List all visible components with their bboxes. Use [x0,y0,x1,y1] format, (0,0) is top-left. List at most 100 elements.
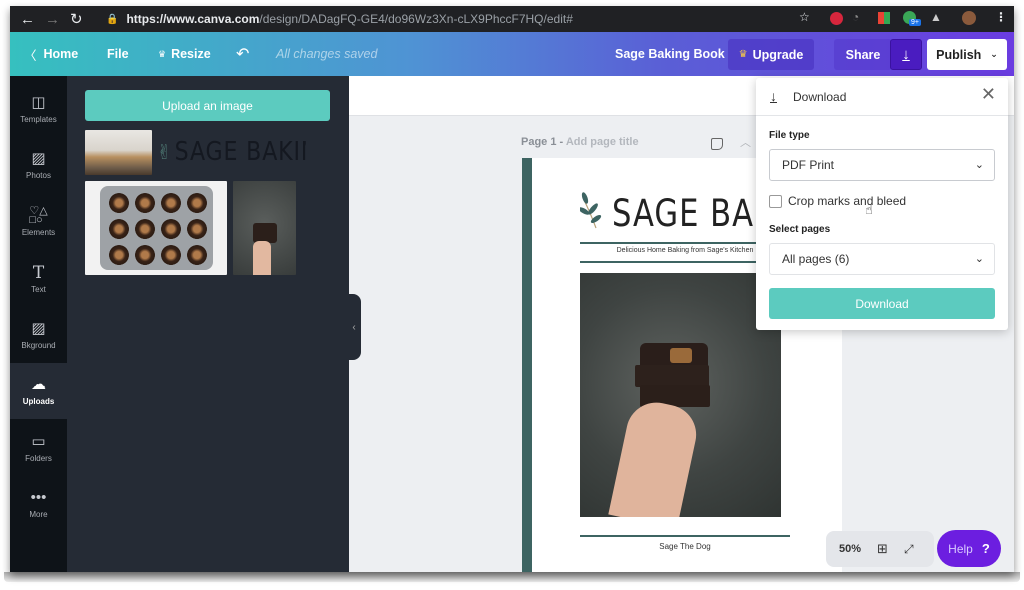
browser-menu-icon[interactable]: ⋮ [995,10,1007,24]
muffin-cup [161,193,181,213]
pinterest-extension-icon[interactable] [830,12,843,25]
popover-header: ↓ Download ✕ [756,78,1008,116]
uploads-panel: Upload an image ✌ Sage Baking ✌ [67,76,349,572]
popover-title: Download [793,89,847,104]
profile-avatar[interactable] [962,11,976,25]
sidebar-item-text[interactable]: T Text [10,251,67,307]
publish-button[interactable]: Publish ⌄ [927,39,1007,70]
muffin-cup [187,193,207,213]
file-menu-button[interactable]: File [107,32,129,76]
home-button[interactable]: 〈 Home [24,32,78,76]
chevron-left-icon: ‹ [352,321,356,333]
address-bar[interactable]: 🔒 https://www.canva.com/design/DADagFQ-G… [102,9,822,29]
crown-icon: ♛ [158,48,167,59]
upgrade-label: Upgrade [752,47,804,62]
sidebar-item-label: Photos [26,171,51,180]
close-icon[interactable]: ✕ [981,84,996,105]
sidebar-item-label: More [29,510,48,519]
zoom-level[interactable]: 50% [839,543,861,555]
save-status: All changes saved [276,47,378,61]
lock-icon: 🔒 [106,13,119,25]
crop-marks-option[interactable]: Crop marks and bleed [769,194,906,208]
crown-icon: ♛ [738,49,748,60]
select-pages-label: Select pages [769,224,831,235]
pages-value: All pages (6) [782,252,850,266]
file-type-select[interactable]: PDF Print ⌄ [769,149,995,181]
uploaded-image-muffin-tin[interactable] [85,181,227,275]
crop-marks-label: Crop marks and bleed [788,194,907,208]
file-type-label: File type [769,130,810,141]
sidebar-item-elements[interactable]: ♡△ □○ Elements [10,194,67,250]
help-label: Help [948,541,973,556]
sidebar-item-folders[interactable]: ▭ Folders [10,420,67,476]
divider [580,535,790,537]
forward-icon[interactable]: → [45,11,60,28]
uploaded-image-pie[interactable] [85,130,152,175]
uploaded-image-logo[interactable]: ✌ Sage Baking ✌ [157,128,306,176]
browser-toolbar: ← → ↻ 🔒 https://www.canva.com/design/DAD… [10,6,1014,32]
download-button[interactable]: ↓ [890,39,922,70]
muffin-cup [109,219,129,239]
notes-icon[interactable] [711,138,723,150]
sidebar-nav: ◫ Templates ▨ Photos ♡△ □○ Elements T Tex… [10,76,67,572]
chevron-down-icon: ⌄ [974,159,984,171]
resize-button[interactable]: ♛ Resize [158,32,211,76]
sidebar-item-templates[interactable]: ◫ Templates [10,81,67,137]
notification-badge: 9+ [909,19,921,26]
google-extension-icon[interactable] [878,12,890,24]
document-title[interactable]: Sage Baking Book [615,32,725,76]
undo-icon[interactable]: ↶ [236,32,249,76]
elements-icon: ♡△ □○ [29,205,48,226]
chevron-up-icon[interactable]: ︿ [740,134,751,150]
window-shadow [4,572,1020,582]
sidebar-item-more[interactable]: ••• More [10,476,67,532]
muffin-cup [161,219,181,239]
hand-cursor-icon: ☝ [865,202,873,217]
sage-leaf-icon: ✌ [157,140,172,164]
chevron-down-icon: ⌄ [990,49,998,59]
muffin-cup [109,245,129,265]
upgrade-button[interactable]: ♛ Upgrade [728,39,814,70]
help-icon: ? [981,541,990,556]
sidebar-item-photos[interactable]: ▨ Photos [10,137,67,193]
reload-icon[interactable]: ↻ [70,10,83,28]
grid-view-icon[interactable]: ⊞ [877,541,888,557]
help-button[interactable]: Help ? [937,530,1001,567]
muffin-cup [135,245,155,265]
sidebar-item-label: Templates [20,115,57,124]
design-photo[interactable] [580,273,781,517]
download-popover: ↓ Download ✕ File type PDF Print ⌄ Crop … [756,78,1008,330]
logo-text: Sage Baking [174,137,306,167]
add-page-title-input[interactable]: Add page title [566,136,639,148]
pages-select[interactable]: All pages (6) ⌄ [769,243,995,275]
design-caption[interactable]: Sage The Dog [580,542,790,551]
download-confirm-button[interactable]: Download [769,288,995,319]
collapse-panel-handle[interactable]: ‹ [347,294,361,360]
text-icon: T [32,263,45,283]
sage-leaf-icon [580,192,602,229]
sidebar-item-background[interactable]: ▨ Bkground [10,307,67,363]
page-accent-stripe [522,158,532,572]
share-button[interactable]: Share [834,39,892,70]
background-icon: ▨ [31,320,46,337]
browser-window: ← → ↻ 🔒 https://www.canva.com/design/DAD… [10,6,1014,572]
drive-extension-icon[interactable]: ▲ [930,10,942,24]
templates-icon: ◫ [31,94,46,111]
extension-icon[interactable]: ◔ [852,10,859,24]
url-path: /design/DADagFQ-GE4/do96Wz3Xn-cLX9PhccF7… [259,12,573,26]
file-label: File [107,47,129,61]
sidebar-item-uploads[interactable]: ☁ Uploads [10,363,67,419]
zoom-controls: 50% ⊞ ⤢ [826,531,934,567]
photos-icon: ▨ [31,150,46,167]
uploaded-image-chocolate-cups[interactable] [233,181,296,275]
upload-image-button[interactable]: Upload an image [85,90,330,121]
publish-label: Publish [936,47,982,62]
upload-cloud-icon: ☁ [31,376,46,393]
more-icon: ••• [30,489,47,506]
back-icon[interactable]: ← [20,11,35,28]
home-label: Home [43,47,79,61]
crop-marks-checkbox[interactable] [769,194,782,208]
fullscreen-icon[interactable]: ⤢ [904,542,914,557]
resize-label: Resize [171,47,211,61]
bookmark-star-icon[interactable]: ☆ [799,10,810,24]
